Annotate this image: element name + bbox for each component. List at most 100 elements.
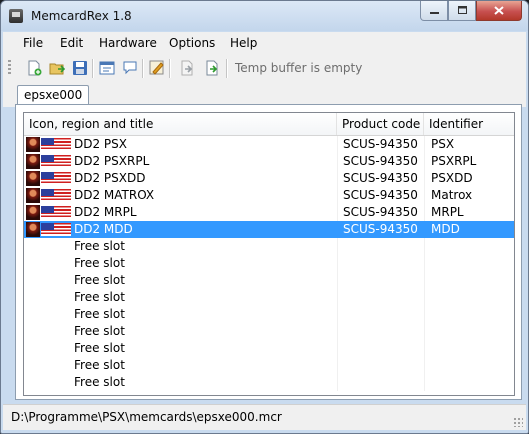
save-icon-image <box>26 188 40 203</box>
product-code-cell <box>337 289 424 306</box>
menu-edit[interactable]: Edit <box>60 36 83 50</box>
identifier-cell <box>424 238 514 255</box>
open-file-icon[interactable] <box>49 60 66 76</box>
identifier-cell <box>424 357 514 374</box>
caption-buttons <box>420 1 522 21</box>
list-item[interactable]: Free slot <box>24 238 514 255</box>
menu-bar: File Edit Hardware Options Help <box>3 32 526 54</box>
save-title: DD2 PSXDD <box>74 171 146 185</box>
list-item[interactable]: Free slot <box>24 357 514 374</box>
menu-file[interactable]: File <box>23 36 43 50</box>
free-slot-label: Free slot <box>74 256 125 270</box>
us-flag-icon <box>41 155 71 168</box>
save-title: DD2 MDD <box>74 222 133 236</box>
product-code-cell: SCUS-94350 <box>337 204 424 221</box>
close-button[interactable] <box>476 1 522 21</box>
title-cell: DD2 MDD <box>24 221 337 238</box>
list-item[interactable]: Free slot <box>24 306 514 323</box>
product-code-cell: SCUS-94350 <box>337 221 424 238</box>
file-path: D:\Programme\PSX\memcards\epsxe000.mcr <box>11 410 282 424</box>
product-code-cell: SCUS-94350 <box>337 187 424 204</box>
list-item[interactable]: DD2 MDD SCUS-94350 MDD <box>24 221 514 238</box>
list-item[interactable]: Free slot <box>24 374 514 391</box>
identifier-cell <box>424 306 514 323</box>
window-title: MemcardRex 1.8 <box>31 9 132 23</box>
us-flag-icon <box>41 172 71 185</box>
product-code-cell <box>337 340 424 357</box>
identifier-cell: Matrox <box>424 187 514 204</box>
temp-buffer-paste-icon[interactable] <box>204 60 220 76</box>
save-title: DD2 MRPL <box>74 205 137 219</box>
product-code-cell <box>337 374 424 391</box>
free-slot-label: Free slot <box>74 358 125 372</box>
edit-icon-icon[interactable] <box>149 60 165 76</box>
edit-comment-icon[interactable] <box>122 60 138 76</box>
identifier-cell: PSXDD <box>424 170 514 187</box>
edit-header-icon[interactable] <box>99 60 115 76</box>
list-item[interactable]: Free slot <box>24 272 514 289</box>
title-cell: Free slot <box>24 306 337 323</box>
product-code-cell <box>337 323 424 340</box>
identifier-cell: MRPL <box>424 204 514 221</box>
menu-hardware[interactable]: Hardware <box>99 36 157 50</box>
minimize-icon <box>429 12 439 14</box>
save-title: DD2 PSXRPL <box>74 154 150 168</box>
identifier-cell: PSX <box>424 136 514 153</box>
product-code-cell: SCUS-94350 <box>337 170 424 187</box>
identifier-cell: MDD <box>424 221 514 238</box>
free-slot-label: Free slot <box>74 273 125 287</box>
title-cell: Free slot <box>24 323 337 340</box>
column-header-identifier[interactable]: Identifier <box>424 113 514 135</box>
list-rows: DD2 PSX SCUS-94350 PSX DD2 PSXRPL SCUS-94350… <box>24 136 514 391</box>
toolbar-grip[interactable] <box>8 60 11 76</box>
list-item[interactable]: Free slot <box>24 255 514 272</box>
toolbar-separator <box>92 59 94 78</box>
title-cell: DD2 PSXDD <box>24 170 337 187</box>
save-list[interactable]: Icon, region and title Product code Iden… <box>23 112 515 396</box>
save-icon-image <box>26 171 40 186</box>
identifier-cell <box>424 289 514 306</box>
save-icon-image <box>26 154 40 169</box>
product-code-cell <box>337 255 424 272</box>
tab-epsxe000[interactable]: epsxe000 <box>17 85 90 106</box>
app-icon[interactable] <box>9 9 23 23</box>
identifier-cell <box>424 374 514 391</box>
identifier-cell <box>424 323 514 340</box>
menu-help[interactable]: Help <box>230 36 257 50</box>
list-item[interactable]: Free slot <box>24 323 514 340</box>
list-item[interactable]: Free slot <box>24 289 514 306</box>
toolbar-separator <box>142 59 144 78</box>
free-slot-label: Free slot <box>74 239 125 253</box>
temp-buffer-status: Temp buffer is empty <box>235 61 363 75</box>
list-item[interactable]: DD2 PSXRPL SCUS-94350 PSXRPL <box>24 153 514 170</box>
us-flag-icon <box>41 206 71 219</box>
maximize-button[interactable] <box>448 1 476 21</box>
resize-grip-icon[interactable] <box>513 417 523 427</box>
save-icon[interactable] <box>72 60 88 76</box>
list-item[interactable]: DD2 PSX SCUS-94350 PSX <box>24 136 514 153</box>
product-code-cell <box>337 238 424 255</box>
product-code-cell: SCUS-94350 <box>337 153 424 170</box>
minimize-button[interactable] <box>420 1 448 21</box>
temp-buffer-copy-icon[interactable] <box>179 60 195 76</box>
column-header-product-code[interactable]: Product code <box>337 113 424 135</box>
toolbar-separator <box>169 59 171 78</box>
list-item[interactable]: DD2 PSXDD SCUS-94350 PSXDD <box>24 170 514 187</box>
new-file-icon[interactable] <box>26 60 42 76</box>
save-title: DD2 MATROX <box>74 188 155 202</box>
identifier-cell <box>424 255 514 272</box>
close-icon <box>494 6 504 15</box>
title-bar[interactable]: MemcardRex 1.8 <box>1 1 528 31</box>
title-cell: Free slot <box>24 255 337 272</box>
column-header-title[interactable]: Icon, region and title <box>24 113 337 135</box>
menu-options[interactable]: Options <box>169 36 215 50</box>
toolbar-separator <box>226 59 228 78</box>
list-item[interactable]: DD2 MRPL SCUS-94350 MRPL <box>24 204 514 221</box>
list-item[interactable]: DD2 MATROX SCUS-94350 Matrox <box>24 187 514 204</box>
save-icon-image <box>26 137 40 152</box>
title-cell: Free slot <box>24 340 337 357</box>
list-item[interactable]: Free slot <box>24 340 514 357</box>
free-slot-label: Free slot <box>74 324 125 338</box>
title-cell: Free slot <box>24 289 337 306</box>
free-slot-label: Free slot <box>74 375 125 389</box>
